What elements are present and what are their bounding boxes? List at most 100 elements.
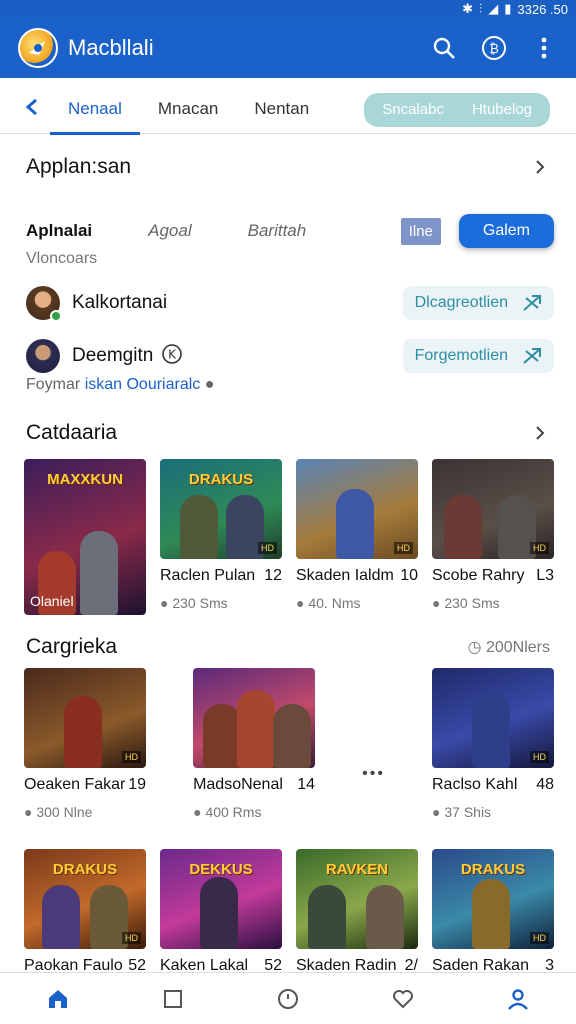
home-icon[interactable] [44,985,72,1013]
card-meta: ● 40. Nms [296,595,361,611]
game-card[interactable]: DRAKUS HD Paokan Faulo 52 [24,849,146,975]
game-card[interactable]: RAVKEN Skaden Radin 2/ [296,849,418,975]
card-meta: ● 300 Nlne [24,804,93,820]
thumbnail-title: DRAKUS [188,471,254,488]
heart-icon[interactable] [389,985,417,1013]
clock-icon[interactable] [274,985,302,1013]
bluetooth-icon: ✱ [462,1,473,16]
avatar[interactable] [26,286,62,322]
profile-icon[interactable] [504,985,532,1013]
hero-figure [366,885,404,949]
currency-icon[interactable]: ₿ [480,34,508,62]
chevron-right-icon[interactable] [530,157,550,177]
game-thumbnail[interactable]: HD [296,459,418,559]
hero-figure [200,877,238,949]
pin-icon: ● [296,595,305,611]
game-card[interactable]: DRAKUS HD Saden Rakan 3 [432,849,554,975]
app-bar: Macbllali ₿ [0,18,576,78]
share-arrow-icon [523,295,541,311]
signal-icon: ◢ [488,1,499,16]
game-card[interactable]: MadsoNenal 14 ● 400 Rms [193,668,316,820]
clock-icon: ◷ [467,639,482,656]
card-meta: ● 230 Sms [432,595,500,611]
filter-barittah[interactable]: Barittah [248,221,307,241]
game-thumbnail[interactable]: DRAKUS HD [24,849,146,949]
vibrate-icon: ⫶ [478,1,483,16]
galem-button[interactable]: Galem [458,214,554,248]
location-pin-icon: ● [204,376,215,393]
section-title: Cargrieka [26,635,118,658]
hero-figure [308,885,346,949]
hero-figure [237,690,276,768]
share-arrow-icon [523,348,541,364]
footnote-prefix: Foymar [26,376,81,393]
thumbnail-title: MAXXKUN [47,471,123,488]
game-thumbnail[interactable]: HD [432,459,554,559]
game-card[interactable]: HD Raclso Kahl 48 ● 37 Shis [432,668,554,820]
card-title: Scobe Rahry L3 [432,567,554,584]
game-card[interactable]: HD Skaden Ialdm 10 ● 40. Nms [296,459,418,615]
thumbnail-badge: HD [530,932,549,944]
pill-sncalabc[interactable]: Sncalabc [368,101,458,118]
pin-icon: ● [432,595,441,611]
user-name: Deemgitn [72,345,154,366]
thumbnail-caption: Olaniel [30,593,74,609]
tab-mnacan[interactable]: Mnacan [140,89,236,131]
avatar[interactable] [26,339,60,373]
thumbnail-badge: HD [258,542,277,554]
square-icon[interactable] [159,985,187,1013]
filter-aplnalai[interactable]: Aplnalai [26,221,92,241]
pin-icon: ● [432,804,441,820]
user-row: Kalkortanai Dlcagreotlien [26,283,554,323]
hero-figure [80,531,118,615]
section-cargrieka-header[interactable]: Cargrieka ◷ 200Nlers [0,632,576,662]
card-title: Skaden Ialdm 10 [296,567,418,584]
game-card-row: DRAKUS HD Paokan Faulo 52 DEKKUS Kaken La… [24,849,554,975]
game-thumbnail[interactable]: HD [24,668,146,768]
section-applansan-header[interactable]: Applan:san [0,150,576,184]
game-thumbnail[interactable]: HD [432,668,554,768]
back-icon[interactable] [24,97,44,122]
battery-icon: ▮ [504,1,512,16]
game-thumbnail[interactable]: DRAKUS HD [432,849,554,949]
more-dots-icon[interactable]: ••• [362,765,385,783]
user-action-button[interactable]: Dlcagreotlien [402,286,554,320]
thumbnail-title: DRAKUS [460,861,526,878]
tab-bar: Nenaal Mnacan Nentan Sncalabc Htubelog [0,86,576,135]
sub-label: Vloncoars [26,250,98,267]
more-vert-icon[interactable] [530,34,558,62]
game-card[interactable]: HD Oeaken Fakar 19 ● 300 Nlne [24,668,146,820]
svg-text:₿: ₿ [489,42,499,57]
game-thumbnail[interactable]: MAXXKUN Olaniel [24,459,146,615]
game-card-row: HD Oeaken Fakar 19 ● 300 Nlne MadsoNenal 1… [24,668,554,820]
thumbnail-badge: HD [122,751,141,763]
filter-agoal[interactable]: Agoal [148,221,191,241]
pill-htubelog[interactable]: Htubelog [458,101,546,118]
tab-nentan[interactable]: Nentan [236,89,327,131]
tab-nenaal[interactable]: Nenaal [50,89,140,135]
status-time: 3326 .50 [517,1,568,17]
game-card[interactable]: HD Scobe Rahry L3 ● 230 Sms [432,459,554,615]
chevron-right-icon[interactable] [530,423,550,443]
card-meta: ● 230 Sms [160,595,228,611]
game-card[interactable]: DEKKUS Kaken Lakal 52 [160,849,282,975]
section-title: Catdaaria [26,421,118,444]
user-name: Kalkortanai [72,292,168,313]
search-icon[interactable] [430,34,458,62]
game-thumbnail[interactable]: DEKKUS [160,849,282,949]
game-thumbnail[interactable] [193,668,316,768]
ilne-button[interactable]: Ilne [400,217,441,245]
game-thumbnail[interactable]: RAVKEN [296,849,418,949]
game-card[interactable]: MAXXKUN Olaniel [24,459,146,615]
footnote-link[interactable]: iskan Oouriaralc [85,376,201,393]
thumbnail-badge: HD [530,751,549,763]
game-thumbnail[interactable]: DRAKUS HD [160,459,282,559]
hero-figure [203,704,242,768]
hero-figure [42,885,80,949]
hero-figure [472,692,510,768]
pin-icon: ● [24,804,33,820]
user-action-button[interactable]: Forgemotlien [402,339,554,373]
section-catdaaria-header[interactable]: Catdaaria [0,417,576,449]
game-card[interactable]: DRAKUS HD Raclen Pulan 12 ● 230 Sms [160,459,282,615]
card-meta: ● 37 Shis [432,804,492,820]
